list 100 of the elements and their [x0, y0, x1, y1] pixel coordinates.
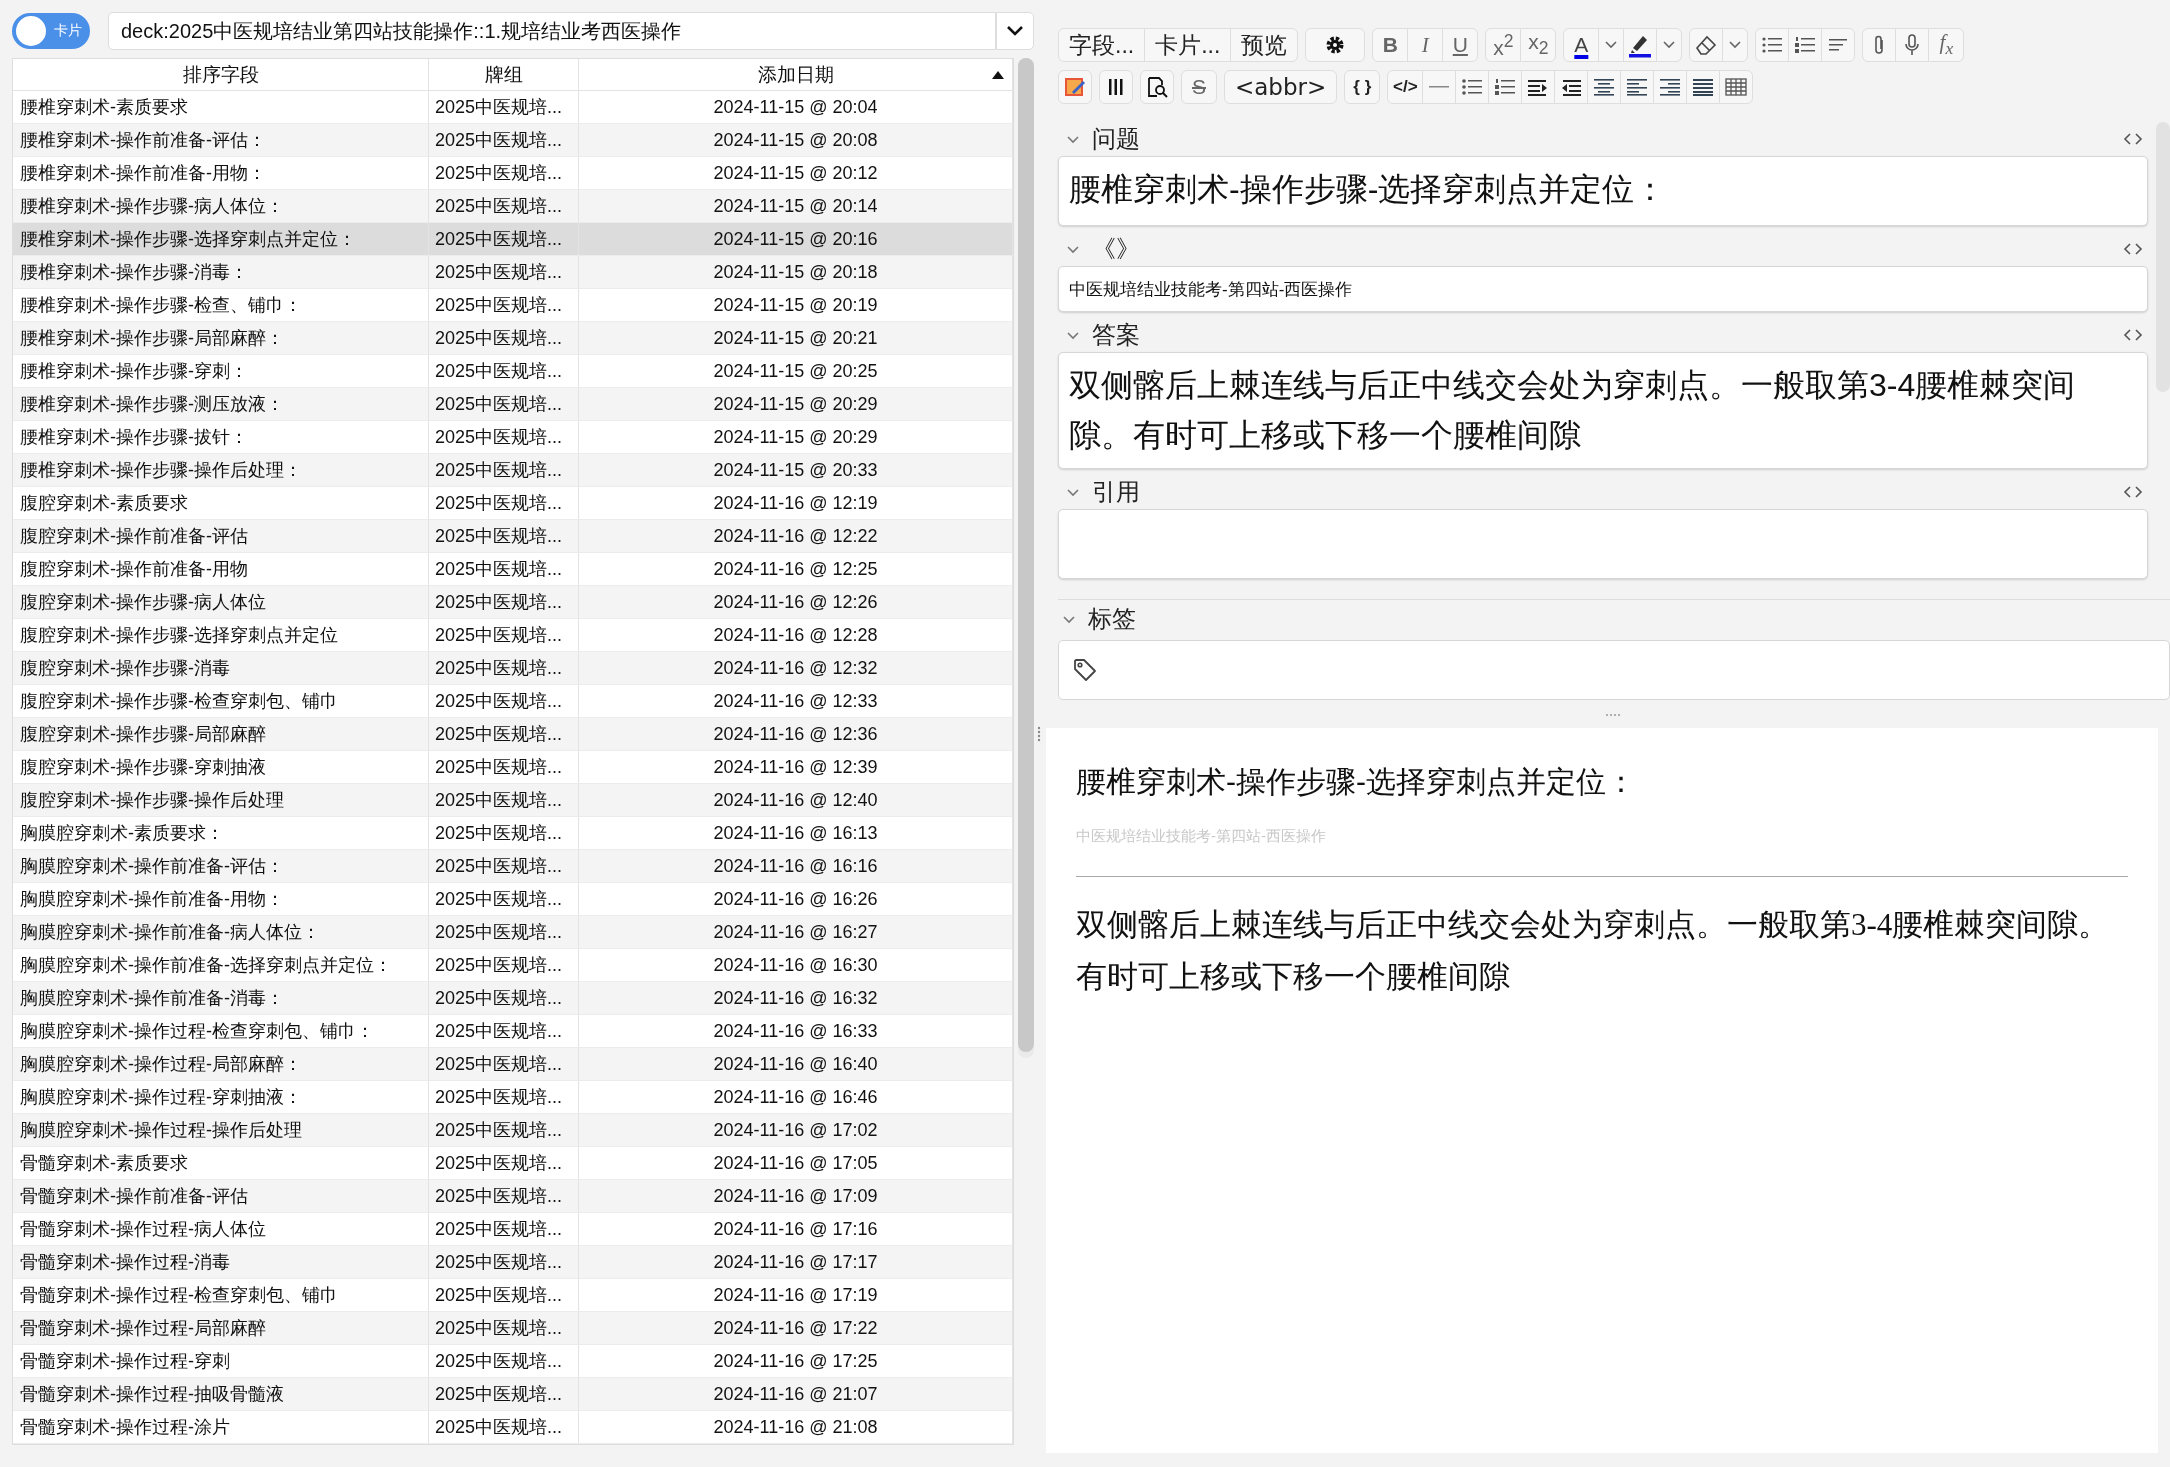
- table-row[interactable]: 腰椎穿刺术-操作步骤-局部麻醉： 2025中医规培... 2024-11-15 @ 20:21: [13, 322, 1013, 355]
- table-row[interactable]: 腹腔穿刺术-操作步骤-病人体位 2025中医规培... 2024-11-16 @ 12:26: [13, 586, 1013, 619]
- table-row[interactable]: 胸膜腔穿刺术-操作过程-局部麻醉： 2025中医规培... 2024-11-16 @ 16:40: [13, 1048, 1013, 1081]
- html-toggle-icon[interactable]: [2122, 328, 2144, 342]
- strikethrough-button[interactable]: S: [1181, 70, 1217, 104]
- document-search-icon: [1146, 76, 1168, 98]
- justify-button[interactable]: [1686, 70, 1721, 104]
- table-row[interactable]: 骨髓穿刺术-操作过程-局部麻醉 2025中医规培... 2024-11-16 @ 17:22: [13, 1312, 1013, 1345]
- collapse-toggle-icon[interactable]: [1066, 134, 1080, 144]
- table-row[interactable]: 腹腔穿刺术-操作步骤-局部麻醉 2025中医规培... 2024-11-16 @ 12:36: [13, 718, 1013, 751]
- table-row[interactable]: 腰椎穿刺术-素质要求 2025中医规培... 2024-11-15 @ 20:04: [13, 91, 1013, 124]
- caret-icon: [1663, 41, 1676, 49]
- table-row[interactable]: 骨髓穿刺术-素质要求 2025中医规培... 2024-11-16 @ 17:05: [13, 1147, 1013, 1180]
- find-button[interactable]: [1140, 70, 1174, 104]
- format-button[interactable]: B: [1372, 28, 1409, 62]
- script-button[interactable]: x$^{2}$: [1485, 28, 1522, 62]
- table-row[interactable]: 胸膜腔穿刺术-操作前准备-消毒： 2025中医规培... 2024-11-16 @ 16:32: [13, 982, 1013, 1015]
- table-row[interactable]: 胸膜腔穿刺术-操作过程-检查穿刺包、铺巾： 2025中医规培... 2024-11-16 @ 16:33: [13, 1015, 1013, 1048]
- table-row[interactable]: 胸膜腔穿刺术-操作过程-穿刺抽液： 2025中医规培... 2024-11-16 @ 16:46: [13, 1081, 1013, 1114]
- eraser-button[interactable]: [1689, 28, 1724, 62]
- columns-button[interactable]: [1099, 70, 1133, 104]
- toolbar-button[interactable]: 预览: [1230, 28, 1299, 62]
- attach-button[interactable]: [1862, 28, 1897, 62]
- collapse-toggle-icon[interactable]: [1066, 244, 1080, 254]
- html-toggle-icon[interactable]: [2122, 485, 2144, 500]
- horizontal-line-icon: [1429, 85, 1450, 89]
- abbr-button[interactable]: <abbr>: [1224, 70, 1338, 104]
- settings-button[interactable]: [1305, 28, 1366, 62]
- table-row[interactable]: 骨髓穿刺术-操作过程-涂片 2025中医规培... 2024-11-16 @ 21:08: [13, 1411, 1013, 1444]
- numbered-list-button[interactable]: [1788, 28, 1823, 62]
- toolbar-button[interactable]: 卡片...: [1144, 28, 1232, 62]
- html-toggle-icon[interactable]: [2122, 132, 2144, 146]
- field-input[interactable]: 双侧髂后上棘连线与后正中线交会处为穿刺点。一般取第3-4腰椎棘突间隙。有时可上移或下移一个腰椎间隙: [1058, 352, 2148, 470]
- script-button[interactable]: x$_{2}$: [1520, 28, 1557, 62]
- table-row[interactable]: 骨髓穿刺术-操作过程-检查穿刺包、铺巾 2025中医规培... 2024-11-16 @ 17:19: [13, 1279, 1013, 1312]
- highlight-button[interactable]: [1623, 28, 1658, 62]
- scrollbar[interactable]: [1018, 58, 1034, 1058]
- math-button[interactable]: f$_{x}$: [1928, 28, 1965, 62]
- html-editor-button[interactable]: </>: [1387, 70, 1424, 104]
- format-button[interactable]: U: [1442, 28, 1479, 62]
- table-row[interactable]: 胸膜腔穿刺术-操作前准备-病人体位： 2025中医规培... 2024-11-16 @ 16:27: [13, 916, 1013, 949]
- table-row[interactable]: 胸膜腔穿刺术-操作前准备-用物： 2025中医规培... 2024-11-16 @ 16:26: [13, 883, 1013, 916]
- table-row[interactable]: 腹腔穿刺术-操作前准备-用物 2025中医规培... 2024-11-16 @ 12:25: [13, 553, 1013, 586]
- table-row[interactable]: 腰椎穿刺术-操作步骤-测压放液： 2025中医规培... 2024-11-15 @ 20:29: [13, 388, 1013, 421]
- table-row[interactable]: 骨髓穿刺术-操作过程-抽吸骨髓液 2025中医规培... 2024-11-16 @ 21:07: [13, 1378, 1013, 1411]
- table-row[interactable]: 腰椎穿刺术-操作前准备-评估： 2025中医规培... 2024-11-15 @ 20:08: [13, 124, 1013, 157]
- table-row[interactable]: 腹腔穿刺术-操作步骤-穿刺抽液 2025中医规培... 2024-11-16 @ 12:39: [13, 751, 1013, 784]
- html-toggle-icon[interactable]: [2122, 242, 2144, 256]
- table-button[interactable]: [1719, 70, 1754, 104]
- format-button[interactable]: I: [1407, 28, 1444, 62]
- align-right-button[interactable]: [1653, 70, 1688, 104]
- toolbar-button[interactable]: 字段...: [1058, 28, 1146, 62]
- splitter-handle[interactable]: [1605, 713, 1623, 717]
- search-dropdown-button[interactable]: [996, 12, 1034, 50]
- tag-input[interactable]: [1058, 640, 2170, 701]
- table-row[interactable]: 腰椎穿刺术-操作步骤-选择穿刺点并定位： 2025中医规培... 2024-11-15 @ 20:16: [13, 223, 1013, 256]
- table-row[interactable]: 胸膜腔穿刺术-操作前准备-评估： 2025中医规培... 2024-11-16 @ 16:16: [13, 850, 1013, 883]
- table-row[interactable]: 骨髓穿刺术-操作过程-消毒 2025中医规培... 2024-11-16 @ 17:17: [13, 1246, 1013, 1279]
- table-row[interactable]: 腰椎穿刺术-操作步骤-病人体位： 2025中医规培... 2024-11-15 @ 20:14: [13, 190, 1013, 223]
- table-row[interactable]: 腰椎穿刺术-操作步骤-操作后处理： 2025中医规培... 2024-11-15 @ 20:33: [13, 454, 1013, 487]
- collapse-toggle-icon[interactable]: [1066, 330, 1080, 340]
- collapse-toggle-icon[interactable]: [1062, 614, 1076, 624]
- table-row[interactable]: 腰椎穿刺术-操作步骤-消毒： 2025中医规培... 2024-11-15 @ 20:18: [13, 256, 1013, 289]
- table-row[interactable]: 骨髓穿刺术-操作过程-穿刺 2025中医规培... 2024-11-16 @ 17:25: [13, 1345, 1013, 1378]
- table-row[interactable]: 腹腔穿刺术-素质要求 2025中医规培... 2024-11-16 @ 12:19: [13, 487, 1013, 520]
- table-row[interactable]: 骨髓穿刺术-操作过程-病人体位 2025中医规培... 2024-11-16 @ 17:16: [13, 1213, 1013, 1246]
- bullet-list-button[interactable]: [1755, 28, 1790, 62]
- outdent-button[interactable]: [1554, 70, 1589, 104]
- field-input[interactable]: [1058, 509, 2148, 580]
- collapse-toggle-icon[interactable]: [1066, 487, 1080, 497]
- table-row[interactable]: 胸膜腔穿刺术-素质要求： 2025中医规培... 2024-11-16 @ 16:13: [13, 817, 1013, 850]
- search-field[interactable]: deck:2025中医规培结业第四站技能操作::1.规培结业考西医操作: [108, 12, 996, 50]
- table-row[interactable]: 腰椎穿刺术-操作前准备-用物： 2025中医规培... 2024-11-15 @ 20:12: [13, 157, 1013, 190]
- image-editor-button[interactable]: [1058, 70, 1092, 104]
- align-left-button[interactable]: [1620, 70, 1655, 104]
- indent-button[interactable]: [1521, 70, 1556, 104]
- align-button[interactable]: [1821, 28, 1856, 62]
- bullet-list-icon: [1761, 36, 1784, 54]
- field-label: 《》: [1092, 234, 1140, 264]
- cloze-button[interactable]: { }: [1344, 70, 1381, 104]
- table-row[interactable]: 腰椎穿刺术-操作步骤-检查、铺巾： 2025中医规培... 2024-11-15 @ 20:19: [13, 289, 1013, 322]
- table-row[interactable]: 胸膜腔穿刺术-操作前准备-选择穿刺点并定位： 2025中医规培... 2024-11-16 @ 16:30: [13, 949, 1013, 982]
- text-color-button[interactable]: A: [1563, 28, 1600, 62]
- field-input[interactable]: 腰椎穿刺术-操作步骤-选择穿刺点并定位：: [1058, 156, 2148, 226]
- table-row[interactable]: 腹腔穿刺术-操作步骤-检查穿刺包、铺巾 2025中医规培... 2024-11-16 @ 12:33: [13, 685, 1013, 718]
- table-row[interactable]: 腰椎穿刺术-操作步骤-穿刺： 2025中医规培... 2024-11-15 @ 20:25: [13, 355, 1013, 388]
- record-button[interactable]: [1895, 28, 1930, 62]
- bullet-list-button[interactable]: [1455, 70, 1490, 104]
- table-row[interactable]: 骨髓穿刺术-操作前准备-评估 2025中医规培... 2024-11-16 @ 17:09: [13, 1180, 1013, 1213]
- table-row[interactable]: 胸膜腔穿刺术-操作过程-操作后处理 2025中医规培... 2024-11-16 @ 17:02: [13, 1114, 1013, 1147]
- align-center-button[interactable]: [1587, 70, 1622, 104]
- splitter-handle[interactable]: [1037, 725, 1041, 742]
- numbered-list-button[interactable]: [1488, 70, 1523, 104]
- table-row[interactable]: 腹腔穿刺术-操作前准备-评估 2025中医规培... 2024-11-16 @ 12:22: [13, 520, 1013, 553]
- field-input[interactable]: 中医规培结业技能考-第四站-西医操作: [1058, 266, 2148, 312]
- align-left-icon: [1626, 78, 1649, 96]
- table-row[interactable]: 腹腔穿刺术-操作步骤-操作后处理 2025中医规培... 2024-11-16 @ 12:40: [13, 784, 1013, 817]
- table-row[interactable]: 腰椎穿刺术-操作步骤-拔针： 2025中医规培... 2024-11-15 @ 20:29: [13, 421, 1013, 454]
- table-row[interactable]: 腹腔穿刺术-操作步骤-选择穿刺点并定位 2025中医规培... 2024-11-16 @ 12:28: [13, 619, 1013, 652]
- table-row[interactable]: 腹腔穿刺术-操作步骤-消毒 2025中医规培... 2024-11-16 @ 12:32: [13, 652, 1013, 685]
